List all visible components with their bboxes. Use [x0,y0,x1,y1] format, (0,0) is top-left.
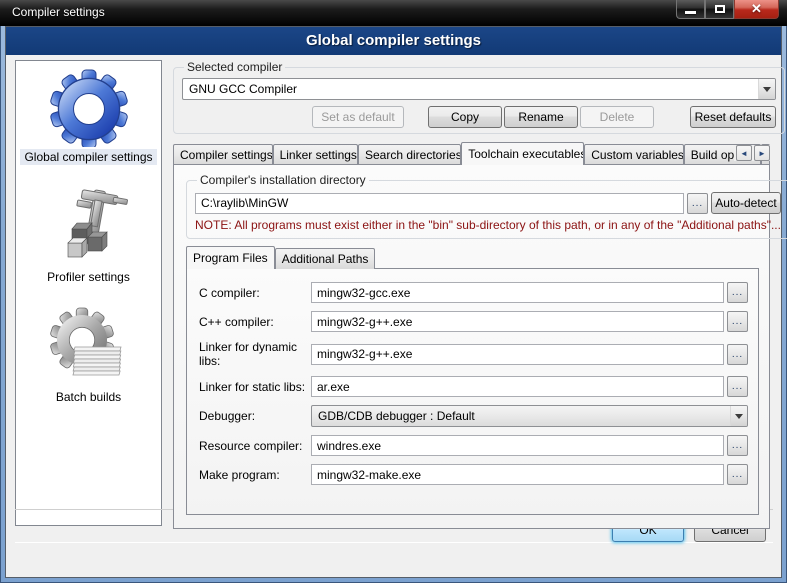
page-title: Global compiler settings [6,27,781,55]
dialog-body: Global compiler settings [5,26,782,578]
c-compiler-input[interactable] [311,282,724,303]
installation-directory-row: ... Auto-detect [195,192,781,214]
sidebar-item-profiler-settings[interactable]: Profiler settings [43,187,134,285]
tab-custom-variables[interactable]: Custom variables [584,144,684,165]
tab-scroll-left-button[interactable]: ◄ [736,145,752,161]
browse-cpp-compiler-button[interactable]: ... [727,311,748,332]
compiler-select-dropdown-button[interactable] [758,79,775,99]
titlebar[interactable]: Compiler settings ✕ [0,0,787,26]
field-label: Resource compiler: [199,439,311,453]
selected-compiler-group: Selected compiler GNU GCC Compiler Set a… [173,60,785,134]
gear-batch-icon [49,307,129,387]
caliper-icon [48,187,128,267]
field-label: C++ compiler: [199,315,311,329]
caption-buttons: ✕ [676,0,779,19]
main-panel: Selected compiler GNU GCC Compiler Set a… [173,60,774,560]
tab-linker-settings[interactable]: Linker settings [273,144,358,165]
arrow-right-icon: ► [758,149,766,158]
installation-directory-input[interactable] [195,193,684,214]
resource-compiler-input[interactable] [311,435,724,456]
debugger-select-value: GDB/CDB debugger : Default [312,406,730,426]
arrow-left-icon: ◄ [740,149,748,158]
reset-defaults-button[interactable]: Reset defaults [690,106,776,128]
browse-static-linker-button[interactable]: ... [727,376,748,397]
minimize-button[interactable] [676,0,705,19]
window-title: Compiler settings [12,5,105,19]
tab-toolchain-executables[interactable]: Toolchain executables [461,142,584,165]
set-as-default-button[interactable]: Set as default [312,106,404,128]
close-button[interactable]: ✕ [734,0,779,19]
debugger-select[interactable]: GDB/CDB debugger : Default [311,405,748,427]
dynamic-linker-input[interactable] [311,344,724,365]
sidebar-item-label: Global compiler settings [20,149,156,165]
debugger-select-dropdown-button[interactable] [730,406,747,426]
tab-program-files[interactable]: Program Files [186,246,275,269]
cpp-compiler-input[interactable] [311,311,724,332]
field-label: Linker for dynamic libs: [199,340,311,368]
tab-additional-paths[interactable]: Additional Paths [275,248,376,269]
installation-directory-legend: Compiler's installation directory [197,173,369,187]
field-label: Debugger: [199,409,311,423]
compiler-select[interactable]: GNU GCC Compiler [182,78,776,100]
bin-subdirectory-note: NOTE: All programs must exist either in … [195,218,781,232]
delete-button[interactable]: Delete [580,106,654,128]
field-row-static-linker: Linker for static libs: ... [199,376,748,397]
browse-resource-compiler-button[interactable]: ... [727,435,748,456]
field-row-dynamic-linker: Linker for dynamic libs: ... [199,340,748,368]
toolchain-executables-page: Compiler's installation directory ... Au… [173,164,770,529]
browse-directory-button[interactable]: ... [687,193,708,214]
copy-button[interactable]: Copy [428,106,502,128]
maximize-icon [715,5,725,13]
minimize-icon [685,11,696,14]
sidebar-item-label: Batch builds [52,389,125,405]
browse-dynamic-linker-button[interactable]: ... [727,344,748,365]
installation-directory-group: Compiler's installation directory ... Au… [186,173,787,239]
chevron-down-icon [763,87,771,92]
browse-c-compiler-button[interactable]: ... [727,282,748,303]
program-files-page: C compiler: ... C++ compiler: ... Linker… [186,268,759,515]
chevron-down-icon [735,414,743,419]
gear-blue-icon [49,67,129,147]
browse-make-program-button[interactable]: ... [727,464,748,485]
field-row-make-program: Make program: ... [199,464,748,485]
sidebar-item-label: Profiler settings [43,269,134,285]
field-row-c-compiler: C compiler: ... [199,282,748,303]
field-row-resource-compiler: Resource compiler: ... [199,435,748,456]
tab-search-directories[interactable]: Search directories [358,144,461,165]
compiler-actions: Set as default Copy Rename Delete Reset … [182,106,776,128]
rename-button[interactable]: Rename [504,106,578,128]
tab-compiler-settings[interactable]: Compiler settings [173,144,273,165]
sidebar-item-batch-builds[interactable]: Batch builds [49,307,129,405]
field-row-cpp-compiler: C++ compiler: ... [199,311,748,332]
compiler-settings-window: Compiler settings ✕ Global compiler sett… [0,0,787,583]
program-files-tabstrip: Program Files Additional Paths [186,247,757,269]
field-label: Make program: [199,468,311,482]
field-label: Linker for static libs: [199,380,311,394]
maximize-button[interactable] [705,0,734,19]
settings-category-list: Global compiler settings [15,60,162,526]
field-row-debugger: Debugger: GDB/CDB debugger : Default [199,405,748,427]
make-program-input[interactable] [311,464,724,485]
static-linker-input[interactable] [311,376,724,397]
selected-compiler-legend: Selected compiler [184,60,285,74]
auto-detect-button[interactable]: Auto-detect [711,192,781,214]
compiler-select-value: GNU GCC Compiler [183,79,758,99]
field-label: C compiler: [199,286,311,300]
tab-scrollers: ◄ ► [734,145,770,161]
tab-scroll-right-button[interactable]: ► [754,145,770,161]
close-icon: ✕ [751,1,762,17]
sidebar-item-global-compiler-settings[interactable]: Global compiler settings [20,67,156,165]
settings-tabstrip: Compiler settings Linker settings Search… [173,142,770,165]
